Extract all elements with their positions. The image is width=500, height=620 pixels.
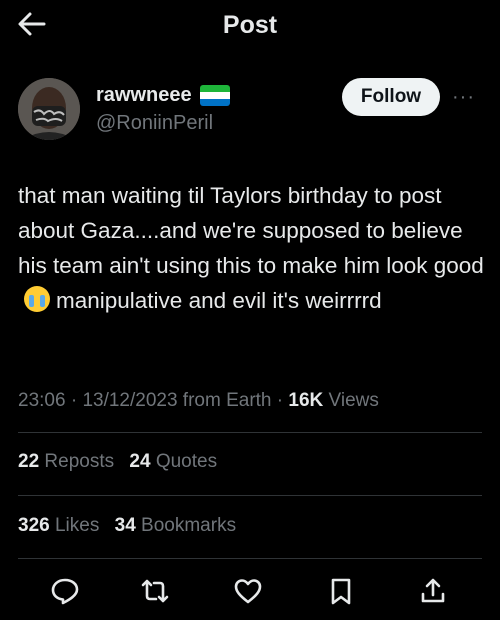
loudly-crying-face-icon	[24, 286, 50, 312]
quotes-label: Quotes	[150, 451, 218, 472]
repost-quote-stats: 22 Reposts 24 Quotes	[18, 451, 227, 473]
reposts-stat[interactable]: 22 Reposts	[18, 451, 114, 472]
page-title: Post	[222, 11, 278, 39]
top-bar: Post	[0, 0, 500, 50]
author-display-name[interactable]: rawwneee	[96, 84, 192, 107]
views-label: Views	[323, 390, 379, 411]
avatar[interactable]	[18, 78, 80, 140]
post-date[interactable]: 13/12/2023	[82, 390, 177, 411]
reposts-count: 22	[18, 451, 40, 472]
follow-button[interactable]: Follow	[342, 78, 440, 116]
action-bar	[0, 572, 500, 612]
bookmarks-label: Bookmarks	[135, 515, 237, 536]
bookmarks-count: 34	[114, 515, 136, 536]
quotes-count: 24	[129, 451, 151, 472]
author-handle[interactable]: @RoniinPeril	[96, 112, 213, 135]
post-text-part2: manipulative and evil it's weirrrrd	[56, 288, 382, 313]
meta-separator: ·	[271, 390, 289, 411]
post-meta: 23:06 · 13/12/2023 from Earth · 16K View…	[18, 390, 379, 412]
likes-label: Likes	[49, 515, 100, 536]
like-bookmark-stats: 326 Likes 34 Bookmarks	[18, 515, 246, 537]
post-text-part1: that man waiting til Taylors birthday to…	[18, 183, 484, 278]
bookmarks-stat[interactable]: 34 Bookmarks	[115, 515, 236, 536]
divider	[18, 558, 482, 559]
like-icon[interactable]	[233, 576, 263, 606]
quotes-stat[interactable]: 24 Quotes	[129, 451, 217, 472]
more-options-icon[interactable]: ···	[452, 86, 475, 109]
divider	[18, 432, 482, 433]
divider	[18, 495, 482, 496]
author-name-row[interactable]: rawwneee	[96, 84, 230, 107]
reposts-label: Reposts	[39, 451, 115, 472]
share-icon[interactable]	[418, 576, 448, 606]
likes-stat[interactable]: 326 Likes	[18, 515, 99, 536]
sierra-leone-flag-icon	[199, 85, 230, 106]
bookmark-icon[interactable]	[326, 576, 356, 606]
reply-icon[interactable]	[50, 576, 80, 606]
repost-icon[interactable]	[140, 576, 170, 606]
post-time[interactable]: 23:06	[18, 390, 66, 411]
meta-separator: ·	[65, 390, 83, 411]
post-source: from Earth	[177, 390, 272, 411]
post-text: that man waiting til Taylors birthday to…	[18, 178, 488, 318]
views-count: 16K	[288, 390, 324, 411]
likes-count: 326	[18, 515, 50, 536]
